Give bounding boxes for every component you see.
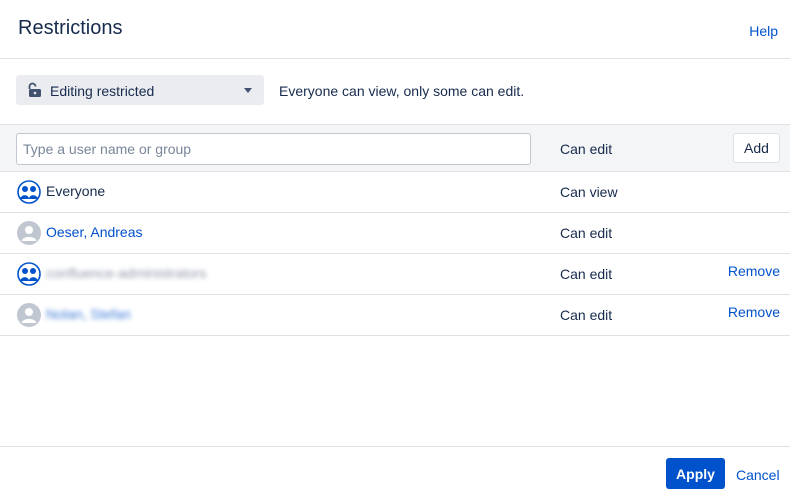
list-item: Oeser, Andreas Can edit bbox=[0, 213, 790, 254]
restrictions-list: Everyone Can view Oeser, Andreas Can edi… bbox=[0, 172, 790, 336]
remove-link[interactable]: Remove bbox=[728, 263, 780, 279]
apply-button[interactable]: Apply bbox=[666, 458, 725, 489]
permission-selector[interactable]: Can edit bbox=[560, 141, 612, 157]
dialog-header: Restrictions Help bbox=[0, 0, 790, 59]
user-avatar-icon bbox=[17, 303, 41, 327]
list-item: confluence-administrators Can edit Remov… bbox=[0, 254, 790, 295]
group-icon bbox=[17, 262, 41, 286]
remove-link[interactable]: Remove bbox=[728, 304, 780, 320]
entry-name-redacted[interactable]: Nolan, Stefan bbox=[46, 306, 131, 322]
list-item: Nolan, Stefan Can edit Remove bbox=[0, 295, 790, 336]
unlock-icon bbox=[28, 82, 41, 97]
restriction-mode-label: Editing restricted bbox=[50, 83, 155, 99]
user-group-search-input[interactable] bbox=[16, 133, 531, 165]
dialog-title: Restrictions bbox=[18, 17, 123, 39]
group-icon bbox=[17, 180, 41, 204]
add-button[interactable]: Add bbox=[733, 133, 780, 163]
restriction-mode-description: Everyone can view, only some can edit. bbox=[279, 83, 525, 99]
entry-name-link[interactable]: Oeser, Andreas bbox=[46, 224, 143, 240]
entry-name-redacted: confluence-administrators bbox=[46, 265, 207, 281]
user-avatar-icon bbox=[17, 221, 41, 245]
restriction-mode-dropdown[interactable]: Editing restricted bbox=[16, 75, 264, 105]
entry-name: Everyone bbox=[46, 183, 106, 199]
dialog-footer: Apply Cancel bbox=[0, 446, 790, 494]
help-link[interactable]: Help bbox=[749, 23, 778, 39]
entry-permission: Can edit bbox=[560, 225, 613, 241]
entry-permission: Can edit bbox=[560, 307, 613, 323]
entry-permission: Can edit bbox=[560, 266, 613, 282]
chevron-down-icon bbox=[244, 88, 252, 93]
list-item: Everyone Can view bbox=[0, 172, 790, 213]
restriction-mode-row: Editing restricted Everyone can view, on… bbox=[0, 60, 790, 124]
cancel-link[interactable]: Cancel bbox=[736, 467, 780, 483]
add-restriction-row: Can edit Add bbox=[0, 124, 790, 172]
entry-permission: Can view bbox=[560, 184, 618, 200]
